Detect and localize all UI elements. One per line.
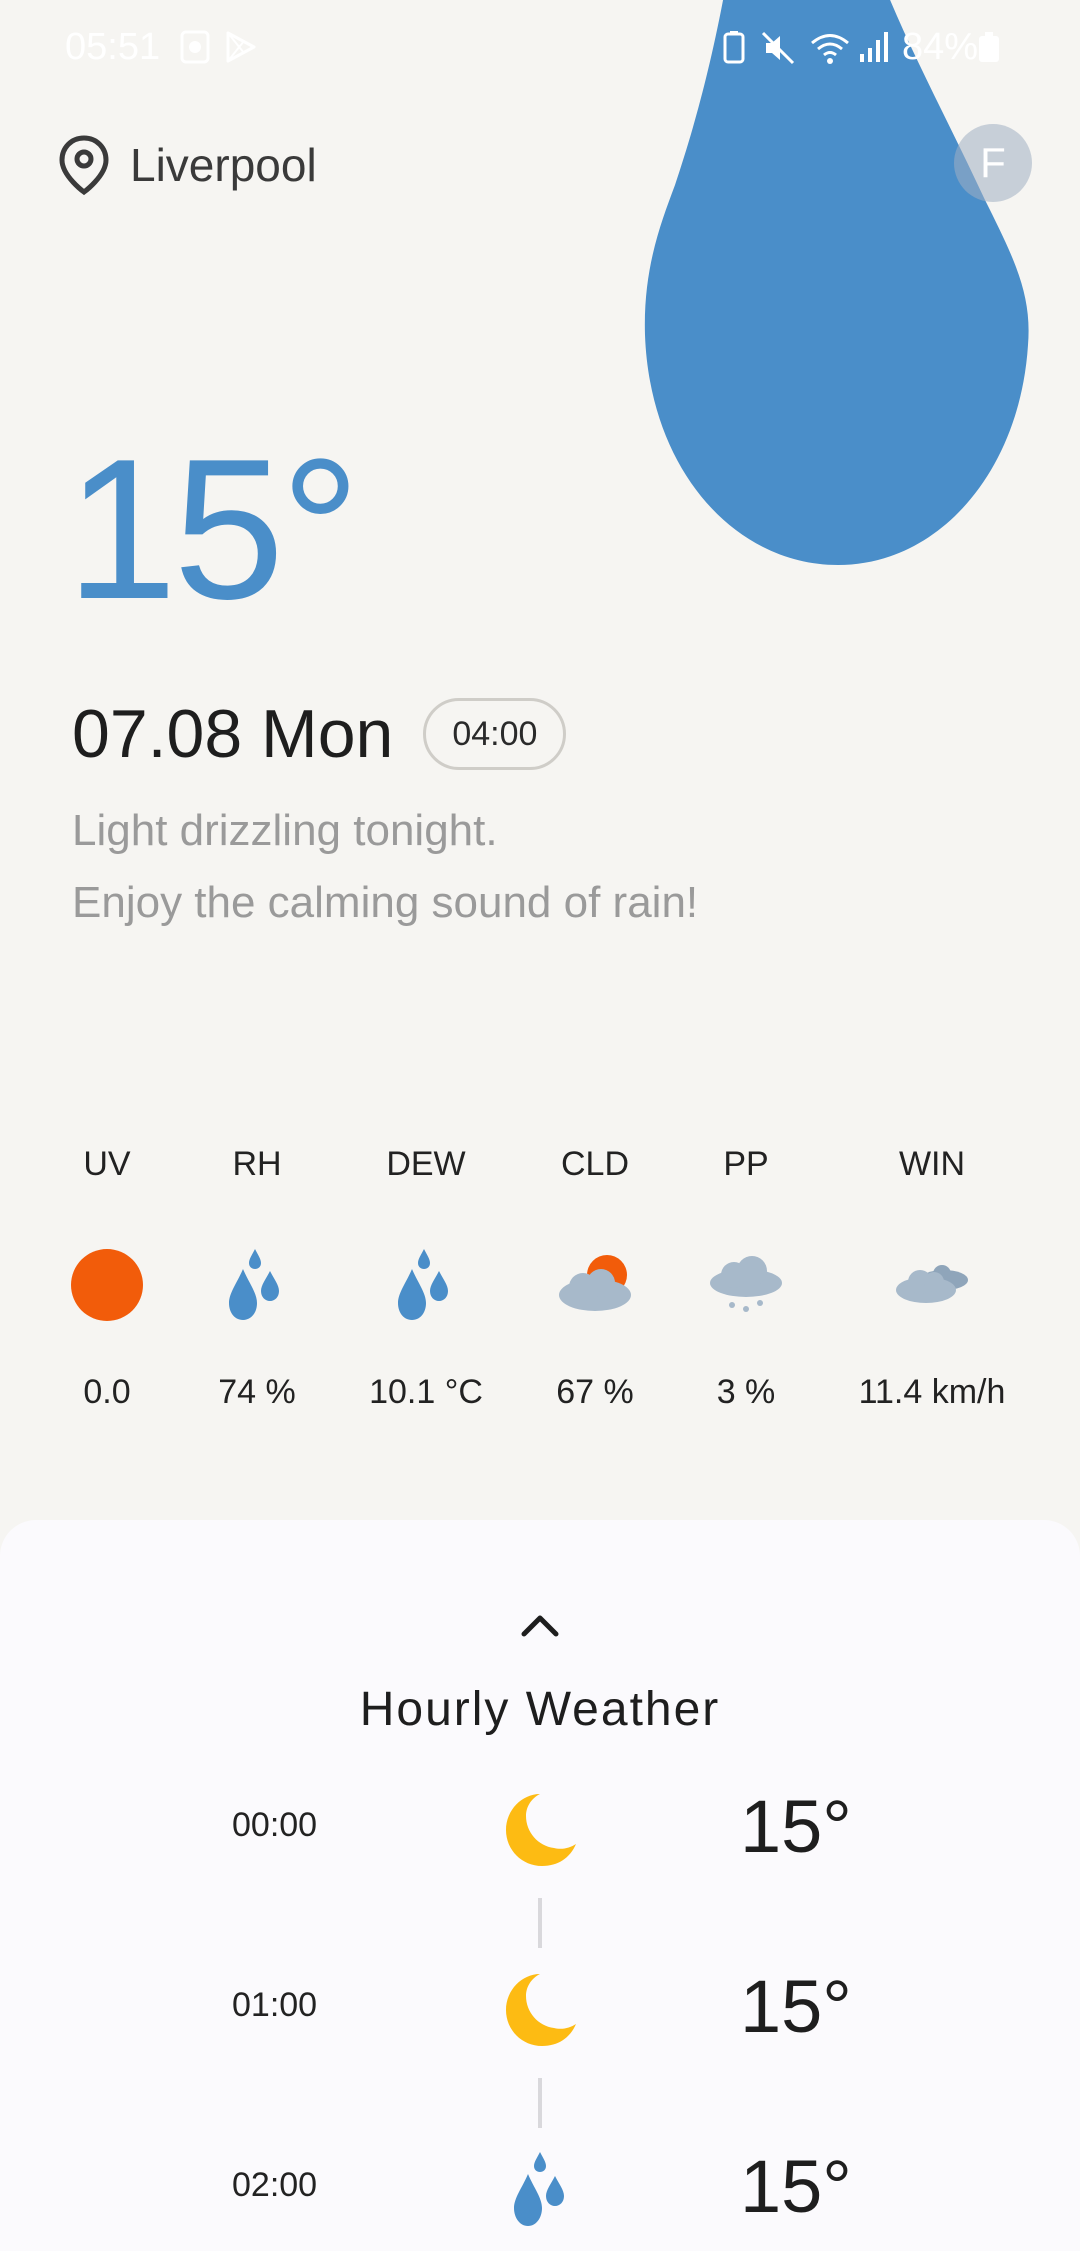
mute-icon xyxy=(761,31,795,65)
hourly-weather-sheet[interactable]: Hourly Weather 00:00 15° 01:00 15° 02:00 xyxy=(0,1520,1080,2251)
moon-icon xyxy=(506,1974,576,2046)
metric-label: WIN xyxy=(898,1145,966,1183)
weather-description-line2: Enjoy the calming sound of rain! xyxy=(72,878,699,927)
metric-value: 74 % xyxy=(218,1373,296,1411)
rain-drops-icon xyxy=(398,1249,448,1320)
clouds-icon xyxy=(896,1265,968,1303)
rain-drops-icon xyxy=(514,2152,564,2226)
metric-rh: RH 74 % xyxy=(197,1145,317,1412)
avatar-initial: F xyxy=(980,139,1006,186)
metric-label: RH xyxy=(232,1145,282,1183)
battery-percentage: 84% xyxy=(902,26,979,68)
snow-cloud-icon xyxy=(710,1256,782,1312)
metric-value: 3 % xyxy=(716,1373,776,1411)
location-name: Liverpool xyxy=(130,139,317,191)
current-date: 07.08 Mon xyxy=(72,696,394,772)
moon-icon xyxy=(506,1794,576,1866)
metric-label: CLD xyxy=(560,1145,630,1183)
weather-description-line1: Light drizzling tonight. xyxy=(72,806,498,855)
metric-value: 10.1 °C xyxy=(369,1373,483,1411)
metric-label: PP xyxy=(723,1145,769,1183)
rain-drops-icon xyxy=(229,1249,279,1320)
hour-temperature: 15° xyxy=(740,1965,852,2048)
signal-icon xyxy=(860,32,888,62)
current-time-badge[interactable]: 04:00 xyxy=(423,698,567,770)
location-selector[interactable]: Liverpool xyxy=(58,130,317,200)
metric-label: UV xyxy=(83,1145,131,1183)
metric-dew: DEW 10.1 °C xyxy=(356,1145,496,1412)
battery-icon xyxy=(979,32,999,62)
metric-uv: UV 0.0 xyxy=(47,1145,167,1412)
metric-cld: CLD 67 % xyxy=(535,1145,655,1412)
chevron-up-icon[interactable] xyxy=(518,1610,562,1640)
metric-pp: PP 3 % xyxy=(686,1145,806,1412)
status-bar: 05:51 84% xyxy=(0,0,1080,100)
hourly-weather-title: Hourly Weather xyxy=(359,1683,721,1736)
partly-cloudy-icon xyxy=(559,1255,631,1311)
battery-saver-icon xyxy=(723,31,745,64)
hour-time: 02:00 xyxy=(232,2166,318,2204)
hourly-row: 01:00 15° xyxy=(0,1958,1080,2058)
wifi-icon xyxy=(811,34,849,64)
current-temperature: 15° xyxy=(66,418,360,641)
hour-temperature: 15° xyxy=(740,1785,852,1868)
metric-value: 0.0 xyxy=(83,1373,131,1411)
gallery-icon xyxy=(180,30,210,64)
hourly-row: 00:00 15° xyxy=(0,1778,1080,1878)
profile-avatar[interactable]: F xyxy=(954,124,1032,202)
status-time: 05:51 xyxy=(65,26,161,68)
metric-value: 11.4 km/h xyxy=(858,1373,1006,1411)
metric-win: WIN 11.4 km/h xyxy=(840,1145,1024,1412)
hour-temperature: 15° xyxy=(740,2145,852,2228)
timeline-connector xyxy=(538,1898,542,1948)
date-row: 07.08 Mon 04:00 xyxy=(72,695,567,773)
hour-time: 01:00 xyxy=(232,1986,318,2024)
metric-value: 67 % xyxy=(556,1373,634,1411)
weather-screen: 05:51 84% Liverpool F 15° 07.08 Mon 04:0… xyxy=(0,0,1080,2251)
play-store-icon xyxy=(226,31,256,63)
hourly-row: 02:00 15° xyxy=(0,2138,1080,2238)
location-pin-icon xyxy=(59,135,109,196)
sun-icon xyxy=(71,1249,143,1321)
hour-time: 00:00 xyxy=(232,1806,318,1844)
timeline-connector xyxy=(538,2078,542,2128)
metric-label: DEW xyxy=(386,1145,466,1183)
